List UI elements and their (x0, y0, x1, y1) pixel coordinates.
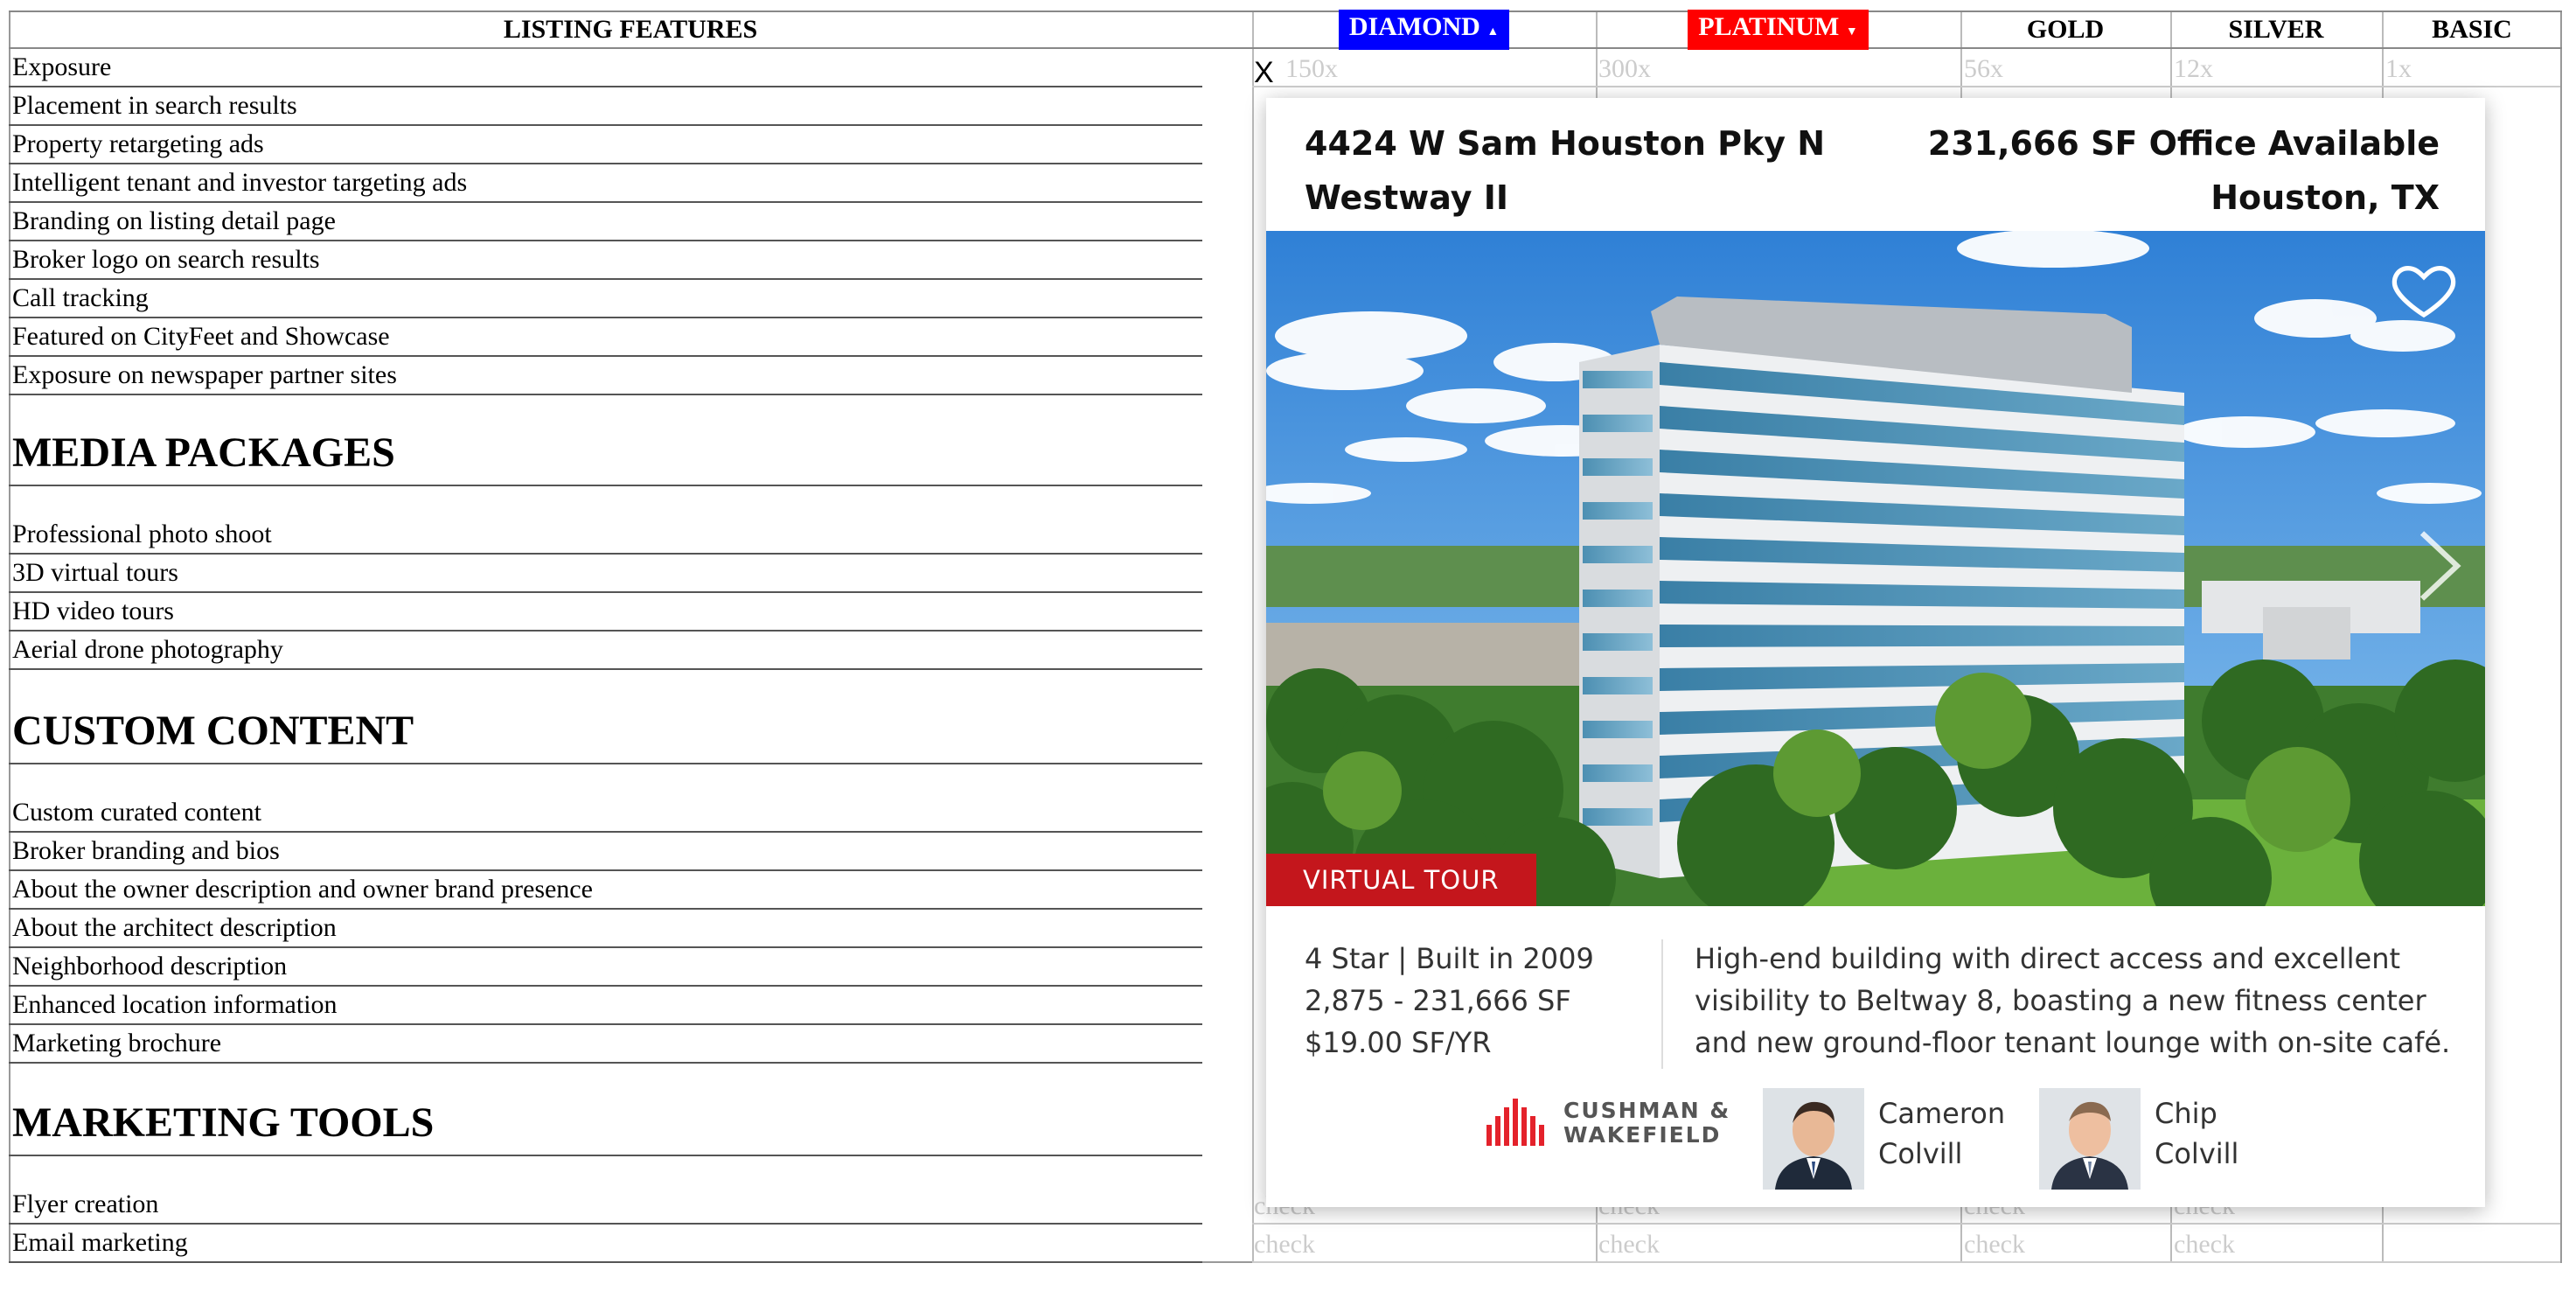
check-cell: check (1598, 1230, 1660, 1259)
chevron-right-icon[interactable] (2413, 527, 2466, 605)
heart-icon[interactable] (2389, 254, 2459, 324)
feature-row: Featured on CityFeet and Showcase (9, 318, 1202, 357)
agent-first-name: Cameron (1878, 1097, 2006, 1130)
feature-row: 3D virtual tours (9, 555, 1202, 593)
building-name: Westway II (1305, 178, 1508, 217)
feature-row: Broker branding and bios (9, 833, 1202, 871)
space-range: 2,875 - 231,666 SF (1305, 984, 1571, 1017)
diamond-tier-label: DIAMOND (1348, 12, 1480, 41)
diamond-tier-badge[interactable]: DIAMOND ▲ (1338, 10, 1510, 50)
feature-row: Flyer creation (9, 1186, 1202, 1225)
section-heading-media: MEDIA PACKAGES (12, 429, 395, 476)
feature-row: Aerial drone photography (9, 632, 1202, 670)
exposure-value-diamond: 150x (1285, 54, 1338, 83)
listing-specs: 4 Star | Built in 2009 2,875 - 231,666 S… (1305, 938, 1594, 1064)
tier-header-basic: BASIC (2382, 10, 2562, 49)
city-state: Houston, TX (2210, 178, 2440, 217)
exposure-value-basic: 1x (2385, 54, 2412, 83)
feature-row: Custom curated content (9, 794, 1202, 833)
feature-row: Professional photo shoot (9, 516, 1202, 555)
specs-divider (1661, 939, 1663, 1069)
section-heading-marketing: MARKETING TOOLS (12, 1099, 435, 1146)
feature-row: Exposure (9, 49, 1202, 87)
agent-portrait (1763, 1088, 1864, 1190)
virtual-tour-badge[interactable]: VIRTUAL TOUR (1266, 854, 1536, 906)
agent-name[interactable]: Cameron Colvill (1878, 1093, 2005, 1174)
platinum-tier-badge[interactable]: PLATINUM ▼ (1688, 10, 1869, 50)
exposure-value-platinum: 300x (1598, 54, 1651, 83)
tier-header-silver: SILVER (2170, 10, 2382, 49)
agent-name[interactable]: Chip Colvill (2155, 1093, 2238, 1174)
grid-line (1252, 86, 2560, 87)
feature-row: Call tracking (9, 280, 1202, 318)
sort-up-icon[interactable]: ▲ (1486, 25, 1499, 38)
exposure-value-gold: 56x (1964, 54, 2003, 83)
section-divider (9, 1155, 1202, 1156)
agent-last-name: Colvill (1878, 1137, 1963, 1170)
grid-line (1252, 1261, 2560, 1263)
feature-row: HD video tours (9, 593, 1202, 632)
agent-last-name: Colvill (2155, 1137, 2239, 1170)
section-heading-custom: CUSTOM CONTENT (12, 708, 414, 754)
close-popup-button[interactable]: X (1254, 56, 1274, 90)
feature-row: Intelligent tenant and investor targetin… (9, 164, 1202, 203)
feature-row: Placement in search results (9, 87, 1202, 126)
rental-rate: $19.00 SF/YR (1305, 1026, 1492, 1059)
feature-row: Property retargeting ads (9, 126, 1202, 164)
grid-line (1252, 1223, 2560, 1225)
agent-avatar[interactable] (2039, 1088, 2141, 1190)
check-cell: check (2174, 1230, 2235, 1259)
section-divider (9, 763, 1202, 764)
feature-row: Exposure on newspaper partner sites (9, 357, 1202, 395)
feature-row: Enhanced location information (9, 987, 1202, 1025)
sort-down-icon[interactable]: ▼ (1846, 25, 1858, 38)
listing-preview-card[interactable]: 4424 W Sam Houston Pky N Westway II 231,… (1266, 98, 2485, 1207)
check-cell: check (1964, 1230, 2025, 1259)
listing-address[interactable]: 4424 W Sam Houston Pky N (1305, 124, 1825, 163)
brokerage-logo: CUSHMAN & WAKEFIELD (1485, 1093, 1738, 1155)
feature-row: Email marketing (9, 1225, 1202, 1263)
availability-summary: 231,666 SF Office Available (1927, 124, 2440, 163)
rating-built-year: 4 Star | Built in 2009 (1305, 942, 1594, 975)
agent-first-name: Chip (2155, 1097, 2217, 1130)
section-divider (9, 485, 1202, 486)
feature-row: Marketing brochure (9, 1025, 1202, 1064)
property-photo[interactable] (1266, 231, 2485, 906)
features-column-header: LISTING FEATURES (9, 10, 1252, 49)
feature-row: Broker logo on search results (9, 241, 1202, 280)
exposure-value-silver: 12x (2174, 54, 2213, 83)
building-illustration (1266, 231, 2485, 906)
check-cell: check (1254, 1230, 1315, 1259)
tier-header-platinum[interactable]: PLATINUM ▼ (1596, 10, 1960, 50)
tier-header-diamond[interactable]: DIAMOND ▲ (1252, 10, 1596, 50)
platinum-tier-label: PLATINUM (1698, 12, 1840, 41)
feature-row: Branding on listing detail page (9, 203, 1202, 241)
brokerage-logo-mark (1486, 1099, 1544, 1146)
feature-row: About the owner description and owner br… (9, 871, 1202, 910)
brokerage-logo-line1: CUSHMAN & (1563, 1098, 1731, 1123)
agent-portrait (2039, 1088, 2141, 1190)
brokerage-logo-line2: WAKEFIELD (1563, 1122, 1722, 1148)
agent-avatar[interactable] (1763, 1088, 1864, 1190)
tier-header-gold: GOLD (1960, 10, 2170, 49)
feature-row: About the architect description (9, 910, 1202, 948)
listing-description: High-end building with direct access and… (1695, 942, 2451, 1059)
feature-row: Neighborhood description (9, 948, 1202, 987)
